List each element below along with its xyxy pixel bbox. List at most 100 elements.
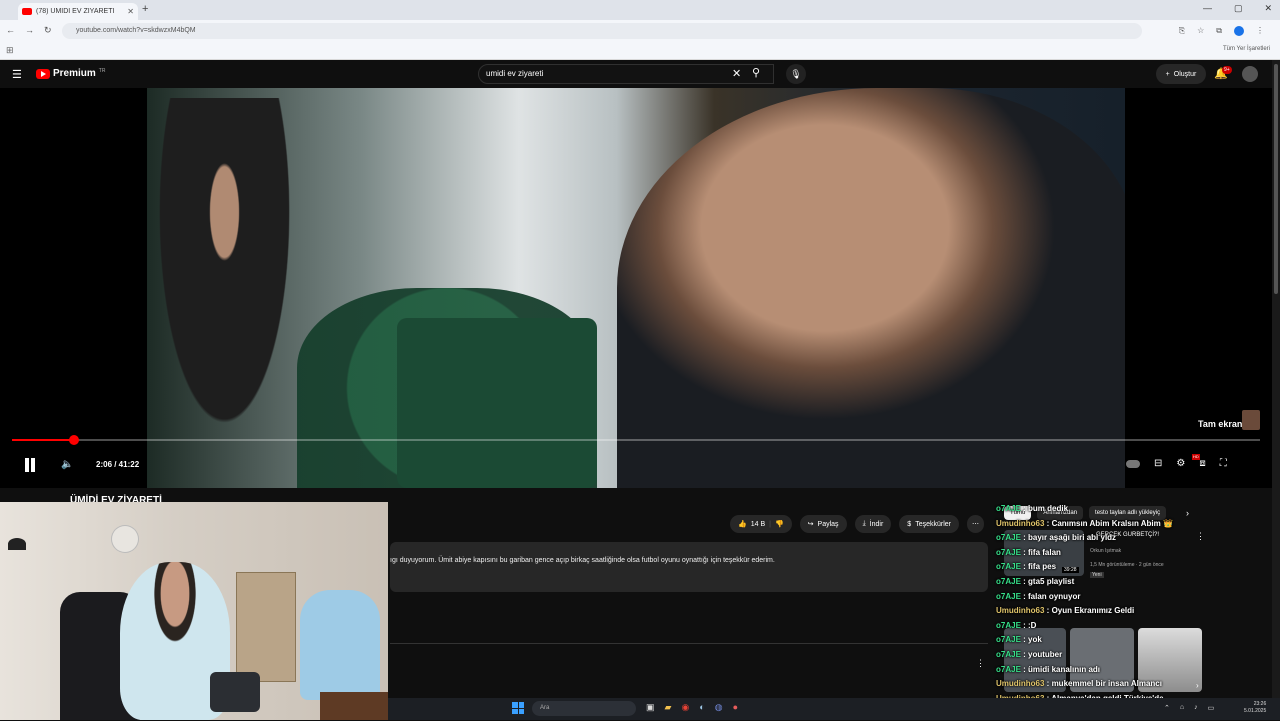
logo-word: Premium <box>53 68 96 79</box>
settings-gear-icon[interactable]: ⚙ <box>1176 458 1185 469</box>
tooltip-avatar <box>1242 410 1260 430</box>
microphone-arm <box>210 672 260 712</box>
pause-icon[interactable] <box>24 458 36 472</box>
autoplay-toggle[interactable] <box>1126 459 1140 468</box>
chat-text: youtuber <box>1028 649 1063 659</box>
chat-text: fifa falan <box>1028 547 1061 557</box>
taskbar-search[interactable]: Ara <box>532 701 636 716</box>
chat-text: mukemmel bir insan Almancı <box>1051 679 1162 689</box>
progress-bar[interactable] <box>12 439 1260 441</box>
file-explorer-icon[interactable]: ▰ <box>665 702 672 713</box>
subtitles-icon[interactable]: ⊟ <box>1154 458 1162 469</box>
chat-message: o7AJE : bayır aşağı biri abi yldz <box>996 531 1276 546</box>
back-icon[interactable]: ← <box>6 25 15 36</box>
chat-username: o7AJE <box>996 562 1021 572</box>
window-controls: — ▢ ✕ <box>1203 3 1272 14</box>
chat-text: Canımsın Abim Kralsın Abim 👑 <box>1051 518 1173 528</box>
new-tab-button[interactable]: + <box>142 3 148 15</box>
hd-badge: HD <box>1192 454 1200 460</box>
chat-message: o7AJE : yok <box>996 633 1276 648</box>
task-view-icon[interactable]: ▣ <box>646 702 655 713</box>
scrollbar-thumb[interactable] <box>1274 64 1278 294</box>
url-field[interactable]: youtube.com/watch?v=skdwzxM4bQM <box>62 23 1142 39</box>
chat-separator: : <box>1044 518 1052 528</box>
chat-separator: : <box>1020 504 1029 513</box>
obs-icon[interactable]: ● <box>733 702 738 713</box>
network-icon[interactable]: ⌂ <box>1180 704 1184 712</box>
tab-close-icon[interactable]: ✕ <box>127 7 134 16</box>
search-input[interactable]: umidi ev ziyareti <box>486 69 543 78</box>
desk-item <box>320 692 388 720</box>
chat-text: :D <box>1028 620 1037 630</box>
fullscreen-icon[interactable]: ⛶ <box>1220 458 1227 469</box>
chat-message: o7AJE : fifa pes <box>996 560 1276 575</box>
chat-message: Umudinho63 : Oyun Ekranımız Geldi <box>996 604 1276 619</box>
more-horizontal-icon: ⋯ <box>972 521 979 528</box>
apps-grid-icon[interactable]: ⊞ <box>6 45 14 56</box>
chat-text: gta5 playlist <box>1028 576 1075 586</box>
share-button[interactable]: ↪ Paylaş <box>799 515 847 533</box>
taskbar-clock[interactable]: 23:26 5.01.2025 <box>1244 701 1266 715</box>
profile-avatar[interactable] <box>1234 26 1244 36</box>
more-menu-icon[interactable]: ⋮ <box>1256 26 1264 36</box>
battery-icon[interactable]: ▭ <box>1208 704 1215 712</box>
chat-message: o7AJE : falan oynuyor <box>996 590 1276 605</box>
discord-icon[interactable]: ◍ <box>715 702 723 713</box>
youtube-premium-logo[interactable]: Premium TR <box>36 68 105 79</box>
forward-icon[interactable]: → <box>25 25 34 36</box>
close-window-icon[interactable]: ✕ <box>1264 3 1272 14</box>
install-icon[interactable]: ⎘ <box>1179 26 1185 36</box>
youtube-play-icon <box>36 68 50 79</box>
maximize-icon[interactable]: ▢ <box>1234 3 1243 14</box>
steam-icon[interactable]: ◐ <box>699 702 704 713</box>
thumbs-down-icon[interactable]: 👎 <box>775 520 784 528</box>
download-icon: ⤓ <box>862 520 866 527</box>
chrome-icon[interactable]: ◉ <box>681 702 689 713</box>
thumbs-up-icon: 👍 <box>738 521 747 528</box>
chat-username: o7AJE <box>996 547 1021 557</box>
more-actions-button[interactable]: ⋯ <box>967 515 984 533</box>
all-bookmarks-link[interactable]: Tüm Yer İşaretleri <box>1223 46 1270 52</box>
like-dislike-divider: | <box>769 520 771 528</box>
tab-title: (78) ÜMİDİ EV ZİYARETİ <box>36 8 115 15</box>
background-person <box>157 98 307 478</box>
logo-region: TR <box>98 67 106 74</box>
description-box[interactable] <box>390 542 988 592</box>
chat-username: Umudinho63 <box>996 606 1045 616</box>
chat-text: bayır aşağı biri abi yldz <box>1028 533 1117 543</box>
volume-tray-icon[interactable]: ♪ <box>1194 704 1198 712</box>
browser-tab[interactable]: (78) ÜMİDİ EV ZİYARETİ ✕ <box>18 3 138 20</box>
share-icon: ↪ <box>807 521 814 528</box>
bookmark-star-icon[interactable]: ☆ <box>1197 26 1204 36</box>
create-button[interactable]: + Oluştur <box>1156 64 1206 84</box>
chat-text: falan oynuyor <box>1028 591 1081 601</box>
progress-scrubber[interactable] <box>69 435 79 445</box>
youtube-favicon-icon <box>22 8 32 15</box>
chat-separator: : <box>1044 606 1052 616</box>
clear-search-icon[interactable]: ✕ <box>732 67 741 80</box>
extensions-icon[interactable]: ⧉ <box>1216 26 1222 36</box>
chat-text: bum dedik <box>1028 504 1069 513</box>
thanks-button[interactable]: $ Teşekkürler <box>899 515 959 533</box>
download-button[interactable]: ⤓ İndir <box>854 515 892 533</box>
tray-chevron-icon[interactable]: ⌃ <box>1164 704 1170 712</box>
account-avatar[interactable] <box>1242 66 1258 82</box>
video-frame[interactable] <box>147 88 1125 488</box>
chat-separator: : <box>1020 562 1029 572</box>
volume-icon[interactable]: 🔈 <box>61 459 73 470</box>
green-cushion <box>397 318 597 488</box>
chat-message: o7AJE : gta5 playlist <box>996 575 1276 590</box>
search-icon[interactable]: ⚲ <box>752 66 760 79</box>
like-button[interactable]: 👍 14 B | 👎 <box>730 515 792 533</box>
microphone-icon[interactable]: 🎙 <box>786 64 806 84</box>
miniplayer-icon[interactable]: ⧈ <box>1199 458 1205 469</box>
chat-separator: : <box>1020 576 1029 586</box>
minimize-icon[interactable]: — <box>1203 3 1212 14</box>
windows-start-icon[interactable] <box>512 702 524 714</box>
browser-tab-bar <box>0 0 1280 20</box>
video-actions: 👍 14 B | 👎 ↪ Paylaş ⤓ İndir $ Teşekkürle… <box>730 515 984 533</box>
hamburger-menu-icon[interactable]: ☰ <box>12 68 22 81</box>
chat-message: o7AJE : youtuber <box>996 648 1276 663</box>
reload-icon[interactable]: ↻ <box>44 25 52 36</box>
comment-more-icon[interactable]: ⋮ <box>976 658 985 669</box>
